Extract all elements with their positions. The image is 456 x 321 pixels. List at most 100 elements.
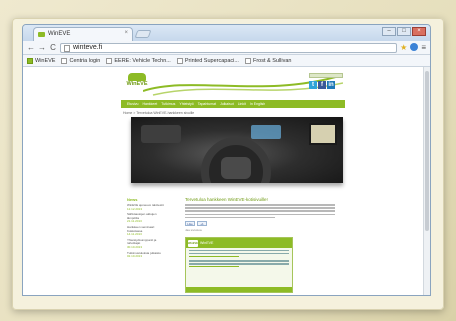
news-date: 02.10.2013 bbox=[127, 254, 143, 259]
tab-close-icon[interactable]: × bbox=[124, 30, 128, 36]
text-line bbox=[189, 263, 289, 265]
page-icon bbox=[64, 44, 70, 52]
bookmark-item[interactable]: Frost & Sullivan bbox=[244, 57, 292, 64]
social-links: t f in bbox=[309, 81, 335, 89]
close-window-button[interactable]: × bbox=[412, 27, 426, 36]
breadcrumb[interactable]: Home > Tervetuloa WinEVE-hankkeen sivuil… bbox=[123, 111, 194, 115]
winteve-favicon-icon bbox=[38, 32, 45, 37]
maximize-button[interactable]: □ bbox=[397, 27, 411, 36]
url-text: winteve.fi bbox=[73, 43, 103, 51]
site-header: WinEVE t f in bbox=[23, 67, 430, 99]
plusone-button[interactable]: +1 bbox=[197, 221, 207, 227]
page-icon bbox=[106, 57, 113, 64]
main-article: Tervetuloa hankkeen WinEVE-kotisivuille!… bbox=[185, 197, 335, 232]
browser-toolbar: ← → C winteve.fi ★ ≡ bbox=[23, 41, 430, 55]
feed-header: WinEVE WinEVE bbox=[186, 238, 292, 248]
text-line bbox=[185, 213, 335, 216]
bookmark-label: Centria login bbox=[69, 57, 101, 64]
site-logo[interactable]: WinEVE bbox=[123, 71, 151, 93]
bookmark-item[interactable]: WinEVE bbox=[27, 57, 56, 64]
bookmark-label: WinEVE bbox=[35, 57, 56, 64]
bookmark-star-icon[interactable]: ★ bbox=[400, 43, 407, 52]
extension-icon[interactable] bbox=[410, 43, 419, 51]
news-date: 21.11.2013 bbox=[127, 219, 142, 224]
text-line bbox=[189, 255, 239, 257]
feed-footer bbox=[186, 287, 292, 292]
winteve-favicon-icon bbox=[27, 57, 33, 64]
browser-window: WinEVE × – □ × ← → C winteve.fi ★ ≡ WinE… bbox=[22, 24, 431, 296]
news-date: 30.10.2013 bbox=[127, 244, 143, 249]
address-bar[interactable]: winteve.fi bbox=[60, 42, 398, 53]
nav-item[interactable]: Hankkeet bbox=[142, 102, 157, 106]
sidebar-title: News bbox=[127, 197, 138, 202]
car-icon bbox=[128, 73, 146, 81]
new-tab-button[interactable] bbox=[134, 30, 152, 38]
bookmark-label: EERE: Vehicle Techn... bbox=[114, 57, 171, 64]
site-nav: Etusivu Hankkeet Tutkimus Yhteistyö Tapa… bbox=[121, 100, 345, 108]
text-line bbox=[185, 204, 335, 206]
scrollbar-thumb[interactable] bbox=[425, 71, 429, 231]
text-line bbox=[189, 252, 289, 255]
page-icon bbox=[176, 57, 183, 64]
page-icon bbox=[244, 57, 251, 64]
text-line bbox=[185, 210, 335, 212]
reload-button[interactable]: C bbox=[49, 43, 57, 52]
page-viewport: WinEVE t f in Etusivu Hankkeet Tutkimus … bbox=[23, 67, 430, 295]
linkedin-icon[interactable]: in bbox=[327, 81, 335, 89]
bookmark-label: Frost & Sullivan bbox=[252, 57, 292, 64]
news-item[interactable]: Tutkimustuloksia julkaistu 02.10.2013 bbox=[127, 251, 169, 259]
gps-screen bbox=[309, 123, 337, 145]
like-button[interactable]: Like bbox=[185, 221, 195, 227]
back-button[interactable]: ← bbox=[27, 43, 35, 52]
bookmark-label: Printed Supercapaci... bbox=[184, 57, 239, 64]
news-sidebar: News WinEVE ajoneuvo talvitestit 12.12.20… bbox=[127, 197, 169, 261]
page-icon bbox=[61, 57, 68, 64]
logo-text: WinEVE bbox=[126, 81, 148, 87]
feed-post[interactable] bbox=[186, 258, 292, 268]
dashboard-vent bbox=[141, 125, 181, 143]
site-search-input[interactable] bbox=[309, 73, 343, 78]
browser-tab[interactable]: WinEVE × bbox=[33, 27, 133, 41]
share-buttons: Like +1 bbox=[185, 221, 335, 227]
window-controls: – □ × bbox=[382, 27, 426, 36]
article-title: Tervetuloa hankkeen WinEVE-kotisivuille! bbox=[185, 197, 268, 202]
nav-item[interactable]: Tutkimus bbox=[161, 102, 175, 106]
nav-item[interactable]: Tapahtumat bbox=[198, 102, 216, 106]
text-line bbox=[189, 260, 289, 262]
news-item[interactable]: Yhteistyökumppanit ja rahoittajat 30.10.2… bbox=[127, 238, 169, 250]
text-line bbox=[185, 207, 335, 209]
news-item[interactable]: WinEVE ajoneuvo talvitestit 12.12.2013 bbox=[127, 203, 169, 211]
nav-item[interactable]: In English bbox=[250, 102, 265, 106]
steering-hub bbox=[221, 157, 251, 179]
bookmark-item[interactable]: Centria login bbox=[61, 57, 101, 64]
forward-button[interactable]: → bbox=[38, 43, 46, 52]
bookmark-item[interactable]: EERE: Vehicle Techn... bbox=[106, 57, 171, 64]
hero-image bbox=[131, 117, 343, 183]
news-date: 12.12.2013 bbox=[127, 206, 143, 211]
text-line bbox=[185, 216, 275, 219]
feed-title[interactable]: WinEVE bbox=[200, 241, 213, 245]
dashboard-display bbox=[251, 125, 281, 139]
bookmarks-bar: WinEVE Centria login EERE: Vehicle Techn… bbox=[23, 55, 430, 67]
share-caption[interactable]: Jaa sivustoa bbox=[185, 228, 335, 232]
text-line bbox=[189, 265, 239, 268]
menu-icon[interactable]: ≡ bbox=[421, 43, 426, 52]
text-line bbox=[189, 250, 289, 252]
minimize-button[interactable]: – bbox=[382, 27, 396, 36]
twitter-icon[interactable]: t bbox=[309, 81, 317, 89]
vertical-scrollbar[interactable] bbox=[423, 67, 430, 295]
tab-title: WinEVE bbox=[48, 31, 71, 37]
news-item[interactable]: Sähköautojen akkujen lämpötila 21.11.2013 bbox=[127, 212, 169, 224]
nav-item[interactable]: Yhteistyö bbox=[179, 102, 193, 106]
nav-item[interactable]: Julkaisut bbox=[220, 102, 234, 106]
feed-logo: WinEVE bbox=[188, 239, 198, 247]
news-date: 14.11.2013 bbox=[127, 232, 142, 237]
news-item[interactable]: Hankkeen seminaari Kokkolassa 14.11.2013 bbox=[127, 225, 169, 237]
nav-item[interactable]: Linkit bbox=[238, 102, 246, 106]
nav-item[interactable]: Etusivu bbox=[127, 102, 138, 106]
facebook-feed-widget: WinEVE WinEVE bbox=[185, 237, 293, 293]
title-bar: WinEVE × – □ × bbox=[23, 25, 430, 41]
facebook-icon[interactable]: f bbox=[318, 81, 326, 89]
bookmark-item[interactable]: Printed Supercapaci... bbox=[176, 57, 239, 64]
feed-post[interactable] bbox=[186, 248, 292, 257]
